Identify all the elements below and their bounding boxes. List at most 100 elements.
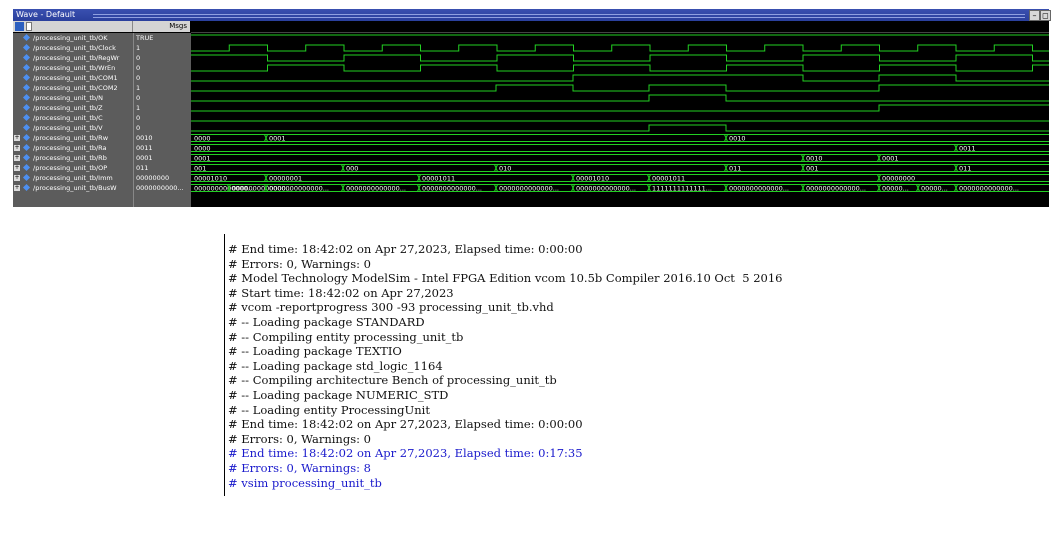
- signal-row[interactable]: /processing_unit_tb/COM1: [13, 73, 133, 83]
- signal-value: 1: [136, 104, 141, 112]
- bus-value-label: 001: [194, 165, 206, 173]
- bus-value-label: 001: [806, 165, 818, 173]
- signal-row[interactable]: /processing_unit_tb/WrEn: [13, 63, 133, 73]
- signal-icon: [22, 43, 31, 52]
- signal-name: /processing_unit_tb/V: [33, 124, 103, 132]
- wave-header: Msgs: [13, 21, 1049, 33]
- console-line: # -- Loading entity ProcessingUnit: [228, 402, 430, 417]
- signal-icon: [22, 93, 31, 102]
- expand-icon[interactable]: +: [14, 165, 20, 171]
- signal-value: 0011: [136, 144, 153, 152]
- signal-value: 1: [136, 44, 141, 52]
- bus-value-label: 011: [729, 165, 741, 173]
- signal-value: 0000000000...: [136, 184, 184, 192]
- signal-row[interactable]: + /processing_unit_tb/Ra: [13, 143, 133, 153]
- signal-row[interactable]: + /processing_unit_tb/Rb: [13, 153, 133, 163]
- signal-value: 011: [136, 164, 149, 172]
- signal-value: 0: [136, 114, 141, 122]
- signal-value-row: TRUE: [134, 33, 191, 43]
- signal-value: 0: [136, 74, 141, 82]
- console-line: # Start time: 18:42:02 on Apr 27,2023: [228, 285, 454, 300]
- console-line: # vsim processing_unit_tb: [228, 475, 382, 490]
- cursor-icon[interactable]: [26, 22, 32, 31]
- signal-row[interactable]: /processing_unit_tb/C: [13, 113, 133, 123]
- signal-name: /processing_unit_tb/BusW: [33, 184, 117, 192]
- bus-value-label: 0000000000000...: [576, 185, 636, 193]
- signal-icon: [22, 73, 31, 82]
- signal-icon: [22, 153, 31, 162]
- signal-icon: [22, 113, 31, 122]
- signal-icon: [22, 63, 31, 72]
- signal-row[interactable]: + /processing_unit_tb/Rw: [13, 133, 133, 143]
- signal-value: 0: [136, 64, 141, 72]
- bus-value-label: 00000...: [921, 185, 948, 193]
- signal-row[interactable]: /processing_unit_tb/V: [13, 123, 133, 133]
- signal-value-row: 0: [134, 53, 191, 63]
- transcript-console[interactable]: # End time: 18:42:02 on Apr 27,2023, Ela…: [224, 234, 865, 496]
- expand-icon[interactable]: +: [14, 175, 20, 181]
- signal-value-row: 1: [134, 43, 191, 53]
- minimize-button[interactable]: –: [1029, 10, 1040, 21]
- signal-icon: [22, 163, 31, 172]
- console-line: # Errors: 0, Warnings: 0: [228, 431, 371, 446]
- bus-value-label: 0000000000000...: [729, 185, 789, 193]
- signal-name: /processing_unit_tb/WrEn: [33, 64, 116, 72]
- waveform-trace: [191, 124, 1049, 132]
- signal-name: /processing_unit_tb/RegWr: [33, 54, 120, 62]
- signal-value-row: 0010: [134, 133, 191, 143]
- bus-value-label: 010: [499, 165, 511, 173]
- signal-name: /processing_unit_tb/Rw: [33, 134, 109, 142]
- signal-row[interactable]: /processing_unit_tb/N: [13, 93, 133, 103]
- signal-value-row: 0: [134, 123, 191, 133]
- wave-window: Wave - Default – ◻ Msgs /processing_unit…: [13, 9, 1051, 207]
- signal-value-row: 1: [134, 103, 191, 113]
- expand-icon[interactable]: +: [14, 155, 20, 161]
- console-line: # Model Technology ModelSim - Intel FPGA…: [228, 271, 783, 286]
- signal-value: TRUE: [136, 34, 154, 42]
- signal-name: /processing_unit_tb/COM1: [33, 74, 118, 82]
- signal-row[interactable]: + /processing_unit_tb/Imm: [13, 173, 133, 183]
- signal-value: 1: [136, 84, 141, 92]
- bus-value-label: 0000000000000...: [806, 185, 866, 193]
- console-line: # End time: 18:42:02 on Apr 27,2023, Ela…: [228, 417, 583, 432]
- bus-value-label: 0010: [729, 135, 746, 143]
- signal-row[interactable]: /processing_unit_tb/OK: [13, 33, 133, 43]
- waveform-trace: [191, 44, 1049, 52]
- signal-row[interactable]: /processing_unit_tb/Z: [13, 103, 133, 113]
- signal-row[interactable]: /processing_unit_tb/Clock: [13, 43, 133, 53]
- zoom-icon[interactable]: [15, 22, 24, 31]
- signal-row[interactable]: + /processing_unit_tb/BusW: [13, 183, 133, 193]
- expand-icon[interactable]: +: [14, 185, 20, 191]
- signal-row[interactable]: /processing_unit_tb/COM2: [13, 83, 133, 93]
- signal-row[interactable]: + /processing_unit_tb/OP: [13, 163, 133, 173]
- signal-names-pane: /processing_unit_tb/OK/processing_unit_t…: [13, 33, 133, 207]
- wave-titlebar[interactable]: Wave - Default – ◻: [13, 9, 1051, 21]
- signal-value-row: 0: [134, 113, 191, 123]
- console-line: # Errors: 0, Warnings: 0: [228, 256, 371, 271]
- signal-value-row: 0: [134, 73, 191, 83]
- console-line: # -- Loading package NUMERIC_STD: [228, 388, 449, 402]
- signal-value-row: 011: [134, 163, 191, 173]
- signal-row[interactable]: /processing_unit_tb/RegWr: [13, 53, 133, 63]
- waveform-trace: [191, 94, 1049, 102]
- bus-value-label: 00001011: [422, 175, 455, 183]
- titlebar-grip[interactable]: [93, 14, 1025, 18]
- signal-value: 0: [136, 124, 141, 132]
- maximize-button[interactable]: ◻: [1040, 10, 1051, 21]
- signal-name: /processing_unit_tb/N: [33, 94, 104, 102]
- signal-name: /processing_unit_tb/OP: [33, 164, 108, 172]
- waveform-trace: [191, 64, 1049, 72]
- expand-icon[interactable]: +: [14, 135, 20, 141]
- bus-value-label: 000: [346, 165, 358, 173]
- console-line: # -- Loading package std_logic_1164: [228, 358, 443, 373]
- bus-value-label: 00000...: [882, 185, 909, 193]
- bus-value-label: 00001010: [194, 175, 227, 183]
- bus-value-label: 0011: [959, 145, 976, 153]
- signal-value-row: 0: [134, 63, 191, 73]
- window-title: Wave - Default: [16, 10, 76, 19]
- console-line: # -- Compiling entity processing_unit_tb: [228, 329, 464, 344]
- waveform-pane[interactable]: 0000 0001 00100000 00110001 0010 0001001 000 01…: [191, 33, 1049, 207]
- signal-value-row: 00000000: [134, 173, 191, 183]
- expand-icon[interactable]: +: [14, 145, 20, 151]
- msgs-header: Msgs: [133, 21, 190, 32]
